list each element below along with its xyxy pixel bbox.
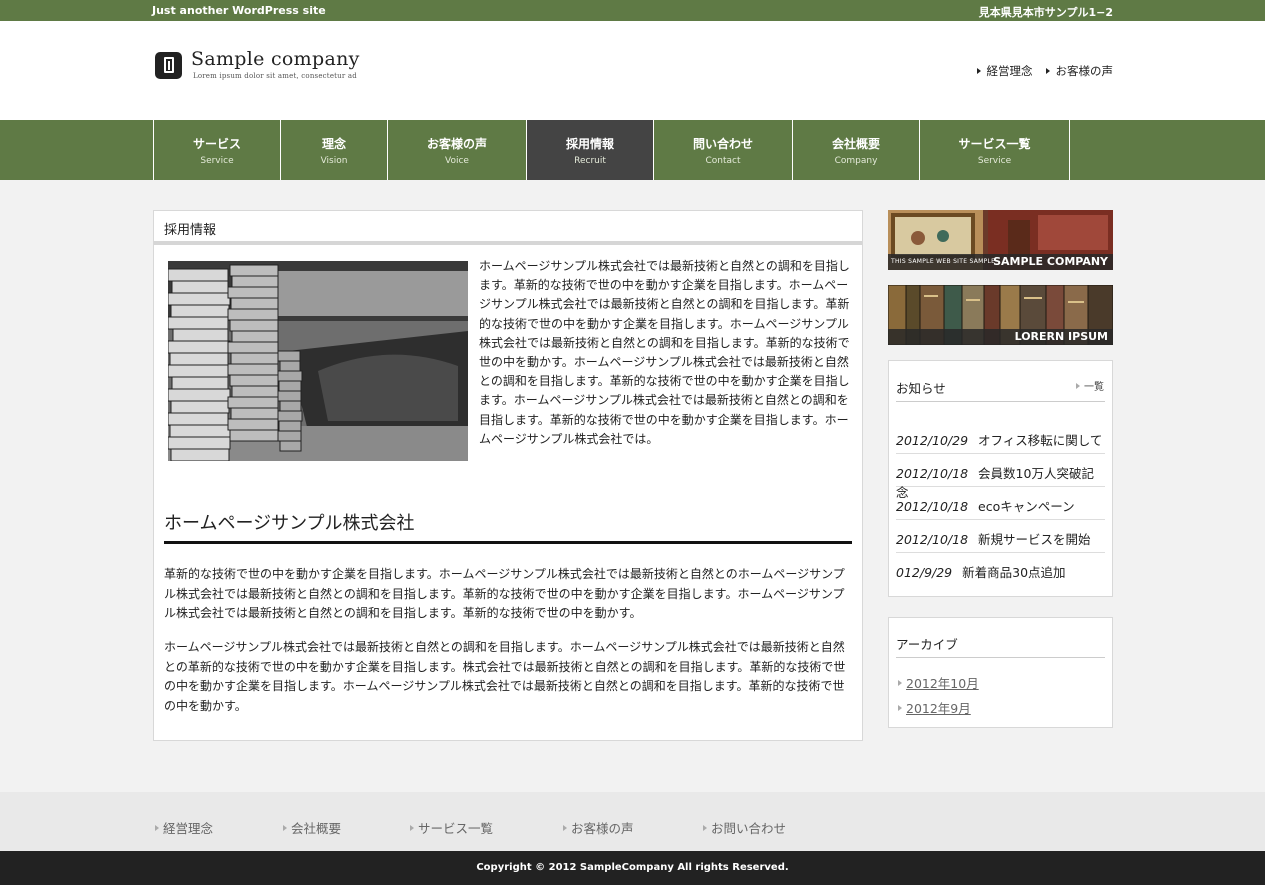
nav-item-contact[interactable]: 問い合わせ Contact [654, 120, 793, 180]
site-address: 見本県見本市サンプル1−2 [978, 6, 1113, 19]
banner-big-text: LORERN IPSUM [1014, 330, 1108, 343]
banner-big-text: SAMPLE COMPANY [993, 255, 1108, 268]
header-link-philosophy[interactable]: 経営理念 [976, 63, 1033, 79]
footer-link-philosophy[interactable]: 経営理念 [155, 818, 213, 837]
nav-item-label: 理念 [321, 136, 346, 151]
book-logo-icon[interactable] [155, 52, 182, 79]
copyright-text: Copyright © 2012 SampleCompany All right… [476, 862, 789, 873]
nav-item-label: 採用情報 [565, 136, 614, 151]
books-photo-image [168, 261, 468, 461]
news-date: 012/9/29 [896, 565, 953, 580]
footer-link-label: 経営理念 [163, 821, 214, 836]
widget-divider [896, 401, 1105, 402]
archive-link-oct[interactable]: 2012年10月 [898, 673, 979, 692]
news-item[interactable]: 2012/10/18 新規サービスを開始 [896, 520, 1105, 553]
site-brand[interactable]: Sample company [191, 48, 360, 70]
footer-link-label: お客様の声 [571, 821, 634, 836]
main-content: 採用情報 ホームページサンプル株式会社では最新技術と自然との調和を目指します。革… [153, 210, 863, 741]
nav-item-sublabel: Service [200, 155, 234, 166]
news-item[interactable]: 012/9/29 新着商品30点追加 [896, 553, 1105, 586]
heading-underline [164, 541, 852, 544]
footer-link-label: サービス一覧 [418, 821, 494, 836]
news-item[interactable]: 2012/10/18 ecoキャンペーン [896, 487, 1105, 520]
news-text: オフィス移転に関して [978, 433, 1103, 448]
nav-item-label: 会社概要 [831, 136, 880, 151]
banner-small-text: THIS SAMPLE WEB SITE SAMPLE [891, 258, 996, 265]
triangle-right-icon [410, 824, 414, 831]
nav-item-voice[interactable]: お客様の声 Voice [388, 120, 527, 180]
nav-item-sublabel: Contact [705, 155, 741, 166]
news-item[interactable]: 2012/10/29 オフィス移転に関して [896, 421, 1105, 454]
news-text: 新規サービスを開始 [978, 532, 1091, 547]
nav-item-sublabel: Service [977, 155, 1012, 166]
news-date: 2012/10/18 [896, 532, 969, 547]
footer-nav: 経営理念 会社概要 サービス一覧 お客様の声 お問い合わせ [0, 792, 1265, 851]
intro-text: ホームページサンプル株式会社では最新技術と自然との調和を目指します。革新的な技術… [479, 259, 850, 446]
triangle-right-icon [703, 824, 707, 831]
header-link-label: お客様の声 [1055, 64, 1114, 78]
nav-item-sublabel: Company [834, 155, 878, 166]
header-link-label: 経営理念 [986, 64, 1033, 78]
header-link-voice[interactable]: お客様の声 [1045, 63, 1114, 79]
nav-item-sublabel: Voice [445, 155, 469, 166]
archive-link-label: 2012年10月 [906, 676, 979, 691]
news-text: 新着商品30点追加 [962, 565, 1066, 580]
nav-item-service[interactable]: サービス Service [154, 120, 281, 180]
nav-item-sublabel: Recruit [574, 155, 606, 166]
global-nav: サービス Service 理念 Vision お客様の声 Voice 採用情報 … [0, 120, 1265, 180]
news-date: 2012/10/18 [896, 466, 969, 481]
banner-sample-company[interactable]: THIS SAMPLE WEB SITE SAMPLE SAMPLE COMPA… [888, 210, 1113, 270]
news-date: 2012/10/18 [896, 499, 969, 514]
archive-link-sep[interactable]: 2012年9月 [898, 698, 971, 717]
footer-link-voice[interactable]: お客様の声 [563, 818, 634, 837]
archive-title: アーカイブ [896, 637, 958, 652]
footer-link-service-list[interactable]: サービス一覧 [410, 818, 493, 837]
nav-item-recruit[interactable]: 採用情報 Recruit [527, 120, 654, 180]
site-brand-subtitle: Lorem ipsum dolor sit amet, consectetur … [193, 72, 357, 80]
archive-widget: アーカイブ 2012年10月 2012年9月 [888, 617, 1113, 728]
nav-item-label: サービス一覧 [958, 136, 1031, 151]
header-links: 経営理念 お客様の声 [964, 63, 1114, 79]
news-title: お知らせ [896, 381, 946, 396]
triangle-right-icon [898, 704, 902, 711]
banner-label: LORERN IPSUM [888, 329, 1113, 345]
footer-link-label: お問い合わせ [711, 821, 787, 836]
nav-item-sublabel: Vision [320, 155, 348, 166]
nav-item-company[interactable]: 会社概要 Company [793, 120, 920, 180]
site-header: Sample company Lorem ipsum dolor sit ame… [0, 21, 1265, 120]
section-heading: ホームページサンプル株式会社 [164, 513, 415, 534]
nav-item-vision[interactable]: 理念 Vision [281, 120, 388, 180]
paragraph-2: ホームページサンプル株式会社では最新技術と自然との調和を目指します。ホームページ… [164, 640, 846, 713]
triangle-right-icon [1045, 68, 1050, 74]
triangle-right-icon [283, 824, 287, 831]
footer-link-label: 会社概要 [291, 821, 342, 836]
banner-lorem-ipsum[interactable]: LORERN IPSUM [888, 285, 1113, 345]
triangle-right-icon [898, 679, 902, 686]
banner-label: THIS SAMPLE WEB SITE SAMPLE SAMPLE COMPA… [888, 254, 1113, 270]
footer-link-contact[interactable]: お問い合わせ [703, 818, 786, 837]
copyright-bar: Copyright © 2012 SampleCompany All right… [0, 851, 1265, 885]
triangle-right-icon [155, 824, 159, 831]
nav-item-label: お客様の声 [426, 136, 487, 151]
news-text: ecoキャンペーン [978, 499, 1075, 514]
books-photo [168, 261, 468, 461]
news-widget: お知らせ 一覧 2012/10/29 オフィス移転に関して 2012/10/18 会… [888, 360, 1113, 597]
news-more-link[interactable]: 一覧 [1076, 378, 1104, 393]
news-more-label: 一覧 [1084, 382, 1104, 393]
nav-item-label: サービス [192, 136, 241, 151]
triangle-right-icon [1076, 382, 1080, 389]
triangle-right-icon [976, 68, 981, 74]
widget-divider [896, 657, 1105, 658]
archive-link-label: 2012年9月 [906, 701, 971, 716]
page-title: 採用情報 [154, 211, 862, 245]
footer-link-company[interactable]: 会社概要 [283, 818, 341, 837]
top-bar: Just another WordPress site 見本県見本市サンプル1−… [0, 0, 1265, 21]
news-date: 2012/10/29 [896, 433, 969, 448]
site-tagline: Just another WordPress site [152, 4, 326, 17]
nav-item-service-list[interactable]: サービス一覧 Service [920, 120, 1070, 180]
news-item[interactable]: 2012/10/18 会員数10万人突破記念 [896, 454, 1105, 500]
nav-item-label: 問い合わせ [692, 136, 753, 151]
paragraph-1: 革新的な技術で世の中を動かす企業を目指します。ホームページサンプル株式会社では最… [164, 567, 845, 620]
triangle-right-icon [563, 824, 567, 831]
